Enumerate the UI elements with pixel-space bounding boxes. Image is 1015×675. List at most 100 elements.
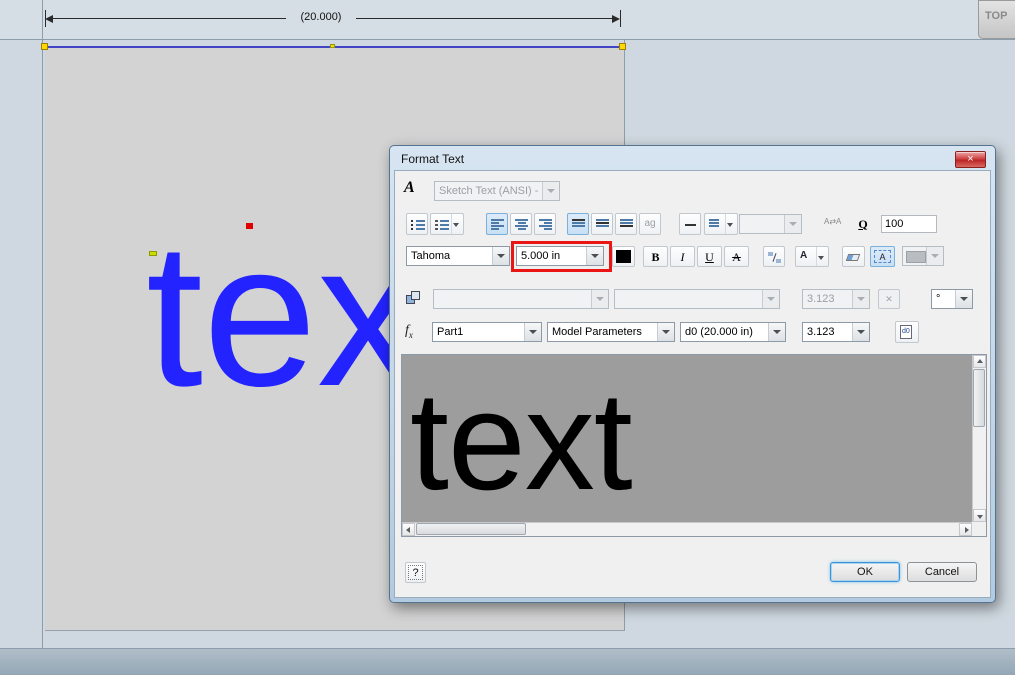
viewcube-top-label[interactable]: TOP — [985, 10, 1007, 22]
numbered-list-button[interactable] — [430, 213, 464, 235]
justify-left-icon — [491, 219, 504, 231]
insert-parameter-icon: d0 — [900, 325, 912, 339]
scroll-down-button[interactable] — [973, 509, 986, 522]
cancel-button[interactable]: Cancel — [907, 562, 977, 582]
close-button[interactable]: × — [955, 151, 986, 168]
chevron-down-icon[interactable] — [492, 247, 509, 265]
editor-text[interactable]: text — [410, 371, 633, 511]
property-precision-combo[interactable]: 3.123 — [802, 289, 870, 309]
spacing-value-combo[interactable] — [739, 214, 802, 234]
line-endpoint-handle-left[interactable] — [41, 43, 48, 50]
underline-icon: U — [705, 250, 714, 264]
align-top-button[interactable] — [567, 213, 589, 235]
scroll-right-button[interactable] — [959, 523, 972, 536]
horizontal-scrollbar[interactable] — [402, 522, 972, 536]
degree-symbol-dropdown[interactable]: ° — [931, 289, 973, 309]
chevron-down-icon[interactable] — [955, 290, 972, 308]
chevron-down-icon[interactable] — [586, 247, 603, 265]
arrow-right-icon — [965, 527, 969, 533]
line-endpoint-handle-right[interactable] — [619, 43, 626, 50]
highlight-color-dropdown[interactable] — [902, 246, 944, 266]
font-family-value: Tahoma — [411, 250, 451, 262]
chevron-down-icon[interactable] — [591, 290, 608, 308]
parameter-combo[interactable]: d0 (20.000 in) — [680, 322, 786, 342]
chevron-down-icon[interactable] — [725, 214, 736, 234]
align-middle-icon — [596, 219, 609, 228]
line-midpoint-handle[interactable] — [330, 44, 335, 48]
property-combo[interactable] — [614, 289, 780, 309]
help-button[interactable]: ? — [405, 562, 426, 583]
underline-button[interactable]: U — [697, 246, 722, 267]
insert-parameter-button[interactable]: d0 — [895, 321, 919, 343]
ok-button[interactable]: OK — [830, 562, 900, 582]
single-spacing-button[interactable] — [679, 213, 701, 235]
bullet-list-button[interactable] — [406, 213, 428, 235]
dimension-extension-right — [620, 10, 621, 27]
justify-left-button[interactable] — [486, 213, 508, 235]
text-case-dropdown[interactable]: A — [795, 246, 829, 267]
justify-right-button[interactable] — [534, 213, 556, 235]
chevron-down-icon[interactable] — [852, 290, 869, 308]
align-bottom-button[interactable] — [615, 213, 637, 235]
chevron-down-icon[interactable] — [926, 247, 943, 265]
italic-button[interactable]: I — [670, 246, 695, 267]
strikethrough-icon: A — [732, 250, 741, 264]
text-color-button[interactable] — [612, 246, 635, 267]
stretch-button[interactable]: Q — [852, 213, 874, 235]
degree-symbol-value: ° — [936, 293, 941, 305]
bullet-list-icon — [411, 220, 425, 232]
chevron-down-icon[interactable] — [542, 182, 559, 200]
justify-center-button[interactable] — [510, 213, 532, 235]
scrollbar-corner — [972, 522, 986, 536]
scroll-up-button[interactable] — [973, 355, 986, 368]
parameter-precision-combo[interactable]: 3.123 — [802, 322, 870, 342]
parameter-source-combo[interactable]: Model Parameters — [547, 322, 675, 342]
font-size-combo[interactable]: 5.000 in — [516, 246, 604, 266]
fx-x: x — [408, 329, 413, 340]
fit-text-button[interactable]: ag — [639, 213, 661, 235]
parameter-source-value: Model Parameters — [552, 326, 642, 338]
text-style-combo[interactable]: Sketch Text (ANSI) - : — [434, 181, 560, 201]
bordered-text-button[interactable]: A — [870, 246, 895, 267]
justify-right-icon — [539, 219, 552, 231]
align-middle-button[interactable] — [591, 213, 613, 235]
numbered-list-icon — [435, 220, 449, 232]
scroll-left-button[interactable] — [402, 523, 415, 536]
component-combo[interactable]: Part1 — [432, 322, 542, 342]
font-size-value: 5.000 in — [521, 250, 561, 262]
insert-parameter-label: d0 — [902, 328, 910, 335]
clear-property-button[interactable]: ✕ — [878, 289, 900, 309]
chevron-down-icon[interactable] — [768, 323, 785, 341]
dimension-label[interactable]: (20.000) — [286, 11, 356, 23]
vertical-scrollbar[interactable] — [972, 355, 986, 522]
strikethrough-button[interactable]: A — [724, 246, 749, 267]
dimension-arrow-right — [612, 15, 620, 23]
chevron-down-icon[interactable] — [784, 215, 801, 233]
chevron-down-icon[interactable] — [816, 247, 827, 266]
chevron-down-icon[interactable] — [762, 290, 779, 308]
chevron-down-icon[interactable] — [657, 323, 674, 341]
sketch-extent-line-left — [42, 0, 43, 648]
text-case-icon: A — [800, 250, 808, 261]
property-type-combo[interactable] — [433, 289, 609, 309]
clear-x-icon: ✕ — [885, 294, 893, 304]
chevron-down-icon[interactable] — [852, 323, 869, 341]
dialog-title[interactable]: Format Text — [401, 152, 464, 166]
text-editor-area[interactable]: text — [401, 354, 987, 537]
chevron-down-icon[interactable] — [524, 323, 541, 341]
character-spacing-icon: A⇄A — [824, 217, 842, 226]
bold-button[interactable]: B — [643, 246, 668, 267]
font-family-combo[interactable]: Tahoma — [406, 246, 510, 266]
stacked-text-icon — [768, 251, 781, 264]
chevron-down-icon[interactable] — [451, 214, 462, 234]
arrow-left-icon — [406, 527, 410, 533]
eraser-icon — [845, 254, 861, 261]
line-spacing-button[interactable] — [704, 213, 738, 235]
stretch-percent-input[interactable] — [881, 215, 937, 233]
horizontal-scroll-thumb[interactable] — [416, 523, 526, 535]
vertical-scroll-thumb[interactable] — [973, 369, 985, 427]
stacked-text-button[interactable] — [763, 246, 785, 267]
clear-format-button[interactable] — [842, 246, 865, 267]
viewcube[interactable]: TOP — [978, 0, 1015, 39]
format-text-dialog: Format Text × A Sketch Text (ANSI) - : a… — [389, 145, 996, 603]
